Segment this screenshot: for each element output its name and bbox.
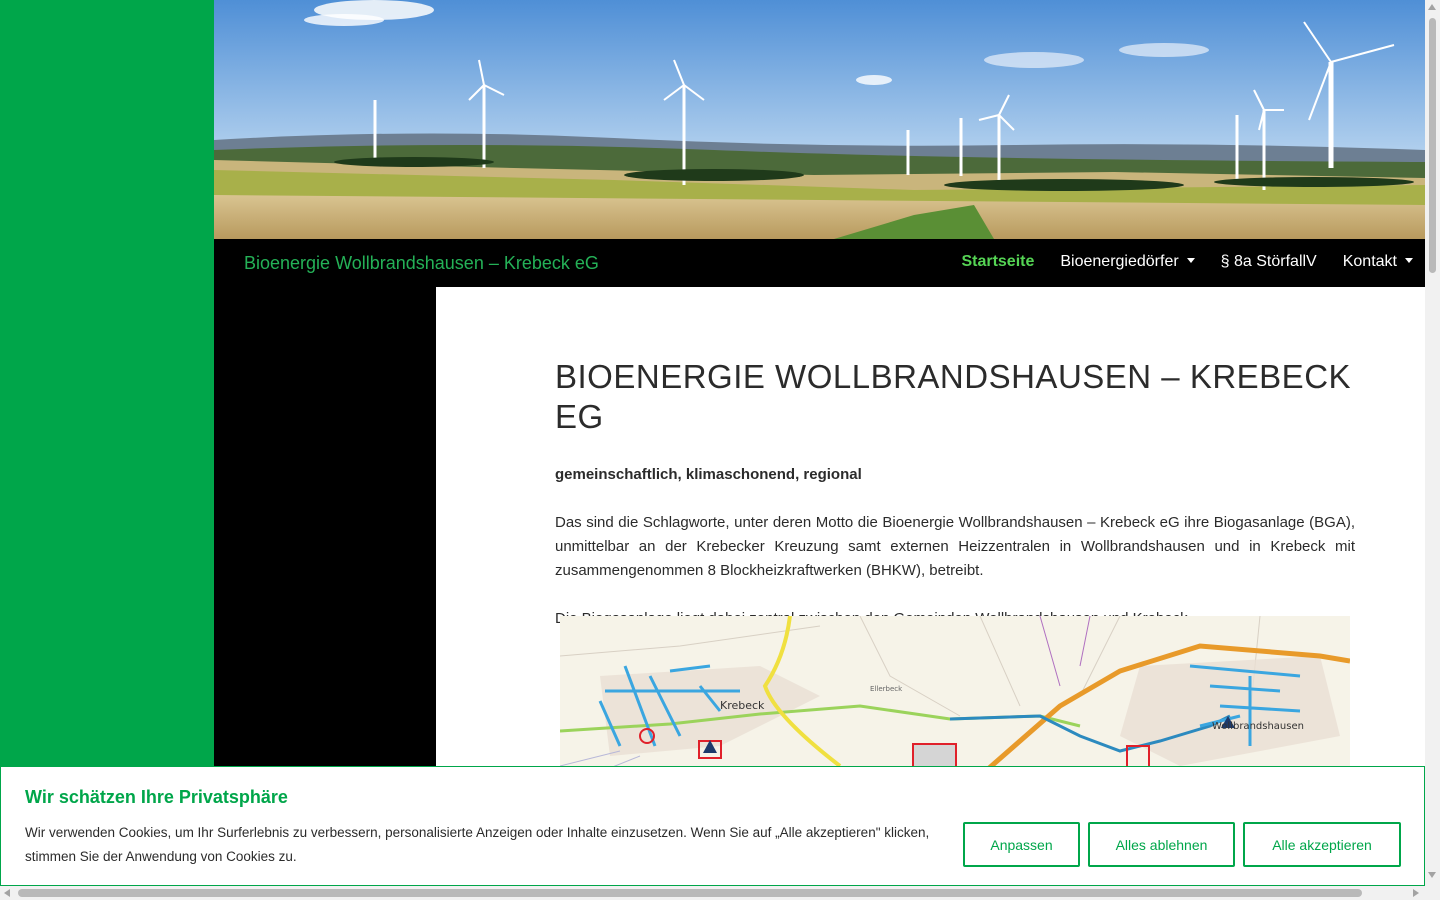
intro-paragraph: Das sind die Schlagworte, unter deren Mo… [555, 514, 1355, 579]
vertical-scrollbar[interactable] [1425, 0, 1440, 900]
map-label-wollbrandshausen: Wollbrandshausen [1212, 721, 1304, 732]
scroll-thumb-vertical[interactable] [1429, 18, 1436, 273]
reject-all-button[interactable]: Alles ablehnen [1088, 822, 1235, 867]
cookie-consent-banner: Wir schätzen Ihre Privatsphäre Wir verwe… [0, 766, 1425, 886]
map-label-krebeck: Krebeck [720, 699, 765, 712]
menu-item-stoerfallv[interactable]: § 8a StörfallV [1221, 253, 1317, 271]
cookie-title: Wir schätzen Ihre Privatsphäre [25, 787, 288, 807]
menu-item-kontakt[interactable]: Kontakt [1343, 253, 1413, 271]
network-map-image: Krebeck Wollbrandshausen Ellerbeck [560, 616, 1350, 776]
header-banner-image [214, 0, 1425, 239]
menu-item-bioenergiedoerfer[interactable]: Bioenergiedörfer [1060, 253, 1195, 271]
cookie-text: Wir verwenden Cookies, um Ihr Surferlebn… [25, 825, 930, 864]
customize-button[interactable]: Anpassen [963, 822, 1080, 867]
scroll-up-arrow-icon[interactable] [1428, 4, 1436, 10]
page-title: BIOENERGIE WOLLBRANDSHAUSEN – KREBECK EG [555, 358, 1352, 435]
menu-label: Startseite [961, 253, 1035, 270]
left-green-panel [0, 0, 214, 900]
scroll-thumb-horizontal[interactable] [18, 889, 1362, 897]
top-navbar: Bioenergie Wollbrandshausen – Krebeck eG… [214, 239, 1425, 287]
horizontal-scrollbar[interactable] [0, 886, 1425, 900]
scroll-down-arrow-icon[interactable] [1428, 872, 1436, 878]
map-label-eller: Ellerbeck [870, 685, 903, 693]
accept-all-button[interactable]: Alle akzeptieren [1243, 822, 1401, 867]
main-menu: Startseite Bioenergiedörfer § 8a Störfal… [961, 253, 1413, 271]
menu-item-startseite[interactable]: Startseite [961, 253, 1034, 271]
menu-label: § 8a StörfallV [1220, 253, 1317, 270]
article: BIOENERGIE WOLLBRANDSHAUSEN – KREBECK EG… [555, 357, 1355, 631]
scroll-left-arrow-icon[interactable] [4, 889, 10, 897]
menu-label: Kontakt [1342, 253, 1397, 270]
scroll-right-arrow-icon[interactable] [1413, 889, 1419, 897]
caret-down-icon [1405, 258, 1413, 264]
site-title-link[interactable]: Bioenergie Wollbrandshausen – Krebeck eG [244, 253, 599, 274]
menu-label: Bioenergiedörfer [1060, 253, 1179, 270]
caret-down-icon [1186, 258, 1195, 264]
tagline: gemeinschaftlich, klimaschonend, regiona… [555, 466, 862, 483]
